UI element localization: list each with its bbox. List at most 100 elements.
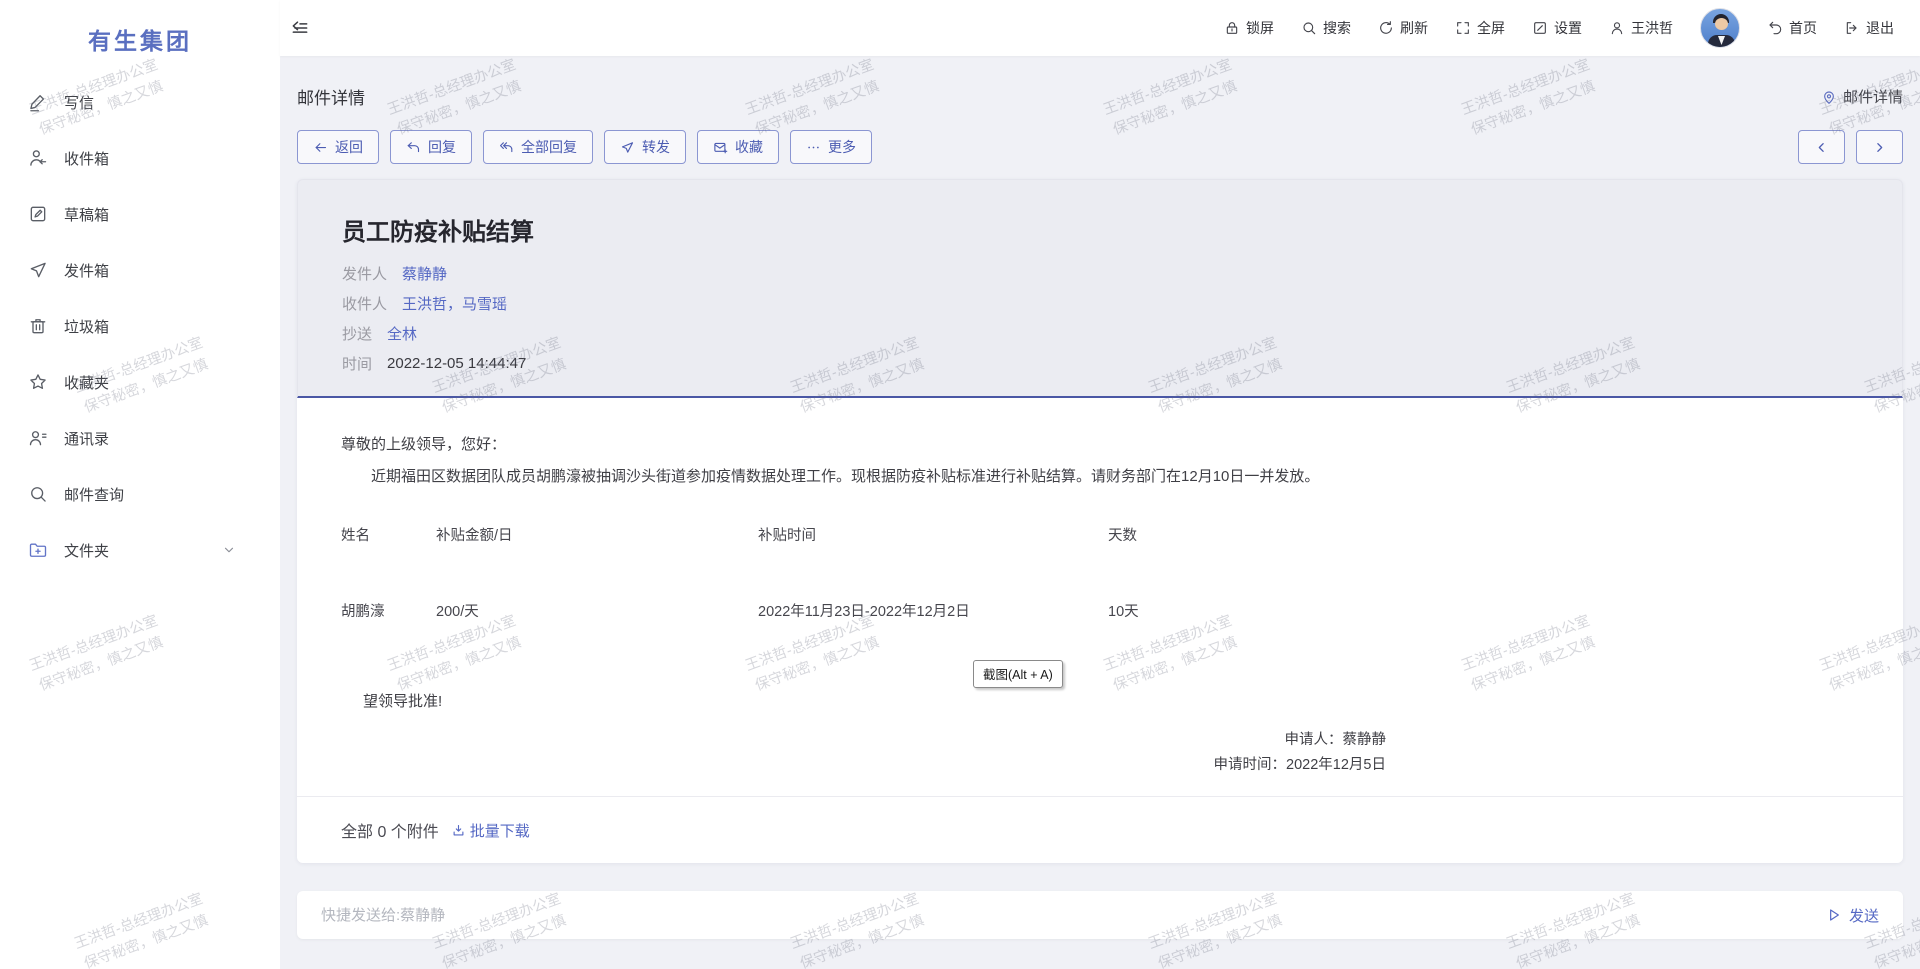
table-header-row: 姓名 补贴金额/日 补贴时间 天数 bbox=[341, 524, 1859, 545]
search-label: 搜索 bbox=[1323, 18, 1351, 38]
forward-icon bbox=[620, 140, 635, 155]
reply-icon bbox=[406, 140, 421, 155]
home-button[interactable]: 首页 bbox=[1767, 18, 1817, 38]
mail-toolbar: 返回 回复 全部回复 转发 bbox=[297, 130, 1903, 164]
cc-value[interactable]: 全林 bbox=[387, 323, 417, 344]
sidebar-item-favorites[interactable]: 收藏夹 bbox=[0, 354, 280, 410]
favorite-mail-button[interactable]: 收藏 bbox=[697, 130, 779, 164]
chevron-right-icon bbox=[1873, 141, 1886, 154]
mail-pagination bbox=[1798, 130, 1903, 164]
sidebar-item-mail-search[interactable]: 邮件查询 bbox=[0, 466, 280, 522]
lock-screen-button[interactable]: 锁屏 bbox=[1224, 18, 1274, 38]
logout-button[interactable]: 退出 bbox=[1844, 18, 1894, 38]
table-row: 胡鹏濠 200/天 2022年11月23日-2022年12月2日 10天 bbox=[341, 600, 1859, 621]
sidebar-item-label: 垃圾箱 bbox=[64, 316, 109, 337]
page-title: 邮件详情 bbox=[297, 84, 365, 109]
settings-button[interactable]: 设置 bbox=[1532, 18, 1582, 38]
user-icon bbox=[1609, 20, 1625, 36]
compose-icon bbox=[28, 92, 48, 112]
app-window: 有生集团 写信 收件箱 草稿箱 发件箱 垃圾箱 bbox=[0, 0, 1920, 969]
home-label: 首页 bbox=[1789, 18, 1817, 38]
refresh-button[interactable]: 刷新 bbox=[1378, 18, 1428, 38]
avatar-face bbox=[1715, 18, 1728, 30]
forward-button[interactable]: 转发 bbox=[604, 130, 686, 164]
sidebar-item-contacts[interactable]: 通讯录 bbox=[0, 410, 280, 466]
sidebar-item-label: 收件箱 bbox=[64, 148, 109, 169]
col-header: 天数 bbox=[1108, 524, 1228, 545]
breadcrumb-label: 邮件详情 bbox=[1843, 86, 1903, 107]
sidebar-item-trash[interactable]: 垃圾箱 bbox=[0, 298, 280, 354]
mail-search-icon bbox=[28, 484, 48, 504]
more-button[interactable]: 更多 bbox=[790, 130, 872, 164]
to-value[interactable]: 王洪哲，马雪瑶 bbox=[402, 293, 507, 314]
button-label: 收藏 bbox=[735, 137, 763, 157]
cell-name: 胡鹏濠 bbox=[341, 600, 436, 621]
sidebar-item-sent[interactable]: 发件箱 bbox=[0, 242, 280, 298]
refresh-icon bbox=[1378, 20, 1394, 36]
apply-time-value: 2022年12月5日 bbox=[1286, 757, 1386, 773]
reply-all-button[interactable]: 全部回复 bbox=[483, 130, 593, 164]
next-mail-button[interactable] bbox=[1856, 130, 1903, 164]
attachments-bar: 全部 0 个附件 批量下载 bbox=[297, 796, 1903, 863]
apply-time-label: 申请时间： bbox=[1214, 757, 1287, 773]
topbar-actions: 锁屏 搜索 刷新 全屏 设置 bbox=[1224, 8, 1894, 48]
applicant-label: 申请人： bbox=[1285, 732, 1343, 748]
cc-label: 抄送 bbox=[342, 323, 372, 344]
send-label: 发送 bbox=[1849, 905, 1879, 926]
batch-download-link[interactable]: 批量下载 bbox=[451, 820, 530, 841]
collapse-sidebar-icon[interactable] bbox=[290, 18, 310, 38]
quick-send-bar: 发送 bbox=[297, 891, 1903, 939]
sidebar-item-label: 写信 bbox=[64, 92, 94, 113]
topbar: 锁屏 搜索 刷新 全屏 设置 bbox=[280, 0, 1920, 56]
toolbar-buttons: 返回 回复 全部回复 转发 bbox=[297, 130, 872, 164]
contacts-icon bbox=[28, 428, 48, 448]
subsidy-table: 姓名 补贴金额/日 补贴时间 天数 胡鹏濠 200/天 2022年11月23日-… bbox=[341, 524, 1859, 621]
to-label: 收件人 bbox=[342, 293, 387, 314]
apply-info: 申请人：蔡静静 申请时间：2022年12月5日 bbox=[341, 733, 1386, 772]
cell-days: 10天 bbox=[1108, 600, 1228, 621]
prev-mail-button[interactable] bbox=[1798, 130, 1845, 164]
screenshot-tooltip: 截图(Alt + A) bbox=[973, 660, 1063, 688]
mail-closing: 望领导批准! bbox=[341, 690, 1859, 711]
sidebar-item-label: 收藏夹 bbox=[64, 372, 109, 393]
back-button[interactable]: 返回 bbox=[297, 130, 379, 164]
button-label: 回复 bbox=[428, 137, 456, 157]
sidebar-item-compose[interactable]: 写信 bbox=[0, 74, 280, 130]
send-triangle-icon bbox=[1826, 907, 1842, 923]
from-value[interactable]: 蔡静静 bbox=[402, 263, 447, 284]
applicant-row: 申请人：蔡静静 bbox=[341, 733, 1386, 748]
cell-period: 2022年11月23日-2022年12月2日 bbox=[758, 600, 1108, 621]
lock-icon bbox=[1224, 20, 1240, 36]
reply-button[interactable]: 回复 bbox=[390, 130, 472, 164]
avatar[interactable] bbox=[1700, 8, 1740, 48]
attachments-summary: 全部 0 个附件 bbox=[341, 818, 439, 842]
col-header: 补贴时间 bbox=[758, 524, 1108, 545]
refresh-label: 刷新 bbox=[1400, 18, 1428, 38]
home-back-icon bbox=[1767, 20, 1783, 36]
send-button[interactable]: 发送 bbox=[1826, 905, 1879, 926]
batch-download-label: 批量下载 bbox=[470, 820, 530, 841]
sidebar-item-folders[interactable]: 文件夹 bbox=[0, 522, 280, 578]
search-icon bbox=[1301, 20, 1317, 36]
mail-to-row: 收件人 王洪哲，马雪瑶 bbox=[342, 293, 1858, 314]
quick-send-input[interactable] bbox=[321, 907, 1826, 924]
current-user[interactable]: 王洪哲 bbox=[1609, 18, 1673, 38]
fullscreen-label: 全屏 bbox=[1477, 18, 1505, 38]
fullscreen-button[interactable]: 全屏 bbox=[1455, 18, 1505, 38]
mail-body: 尊敬的上级领导，您好： 近期福田区数据团队成员胡鹏濠被抽调沙头街道参加疫情数据处… bbox=[297, 398, 1903, 796]
sidebar-item-label: 通讯录 bbox=[64, 428, 109, 449]
username-label: 王洪哲 bbox=[1631, 18, 1673, 38]
apply-time-row: 申请时间：2022年12月5日 bbox=[341, 758, 1386, 773]
app-logo: 有生集团 bbox=[0, 14, 280, 74]
time-value: 2022-12-05 14:44:47 bbox=[387, 355, 526, 372]
settings-icon bbox=[1532, 20, 1548, 36]
sidebar-item-inbox[interactable]: 收件箱 bbox=[0, 130, 280, 186]
search-button[interactable]: 搜索 bbox=[1301, 18, 1351, 38]
mail-time-row: 时间 2022-12-05 14:44:47 bbox=[342, 353, 1858, 374]
reply-all-icon bbox=[499, 140, 514, 155]
sidebar-item-label: 邮件查询 bbox=[64, 484, 124, 505]
download-icon bbox=[451, 823, 466, 838]
sidebar-item-drafts[interactable]: 草稿箱 bbox=[0, 186, 280, 242]
mail-detail-card: 员工防疫补贴结算 发件人 蔡静静 收件人 王洪哲，马雪瑶 抄送 全林 时间 bbox=[297, 179, 1903, 863]
trash-icon bbox=[28, 316, 48, 336]
